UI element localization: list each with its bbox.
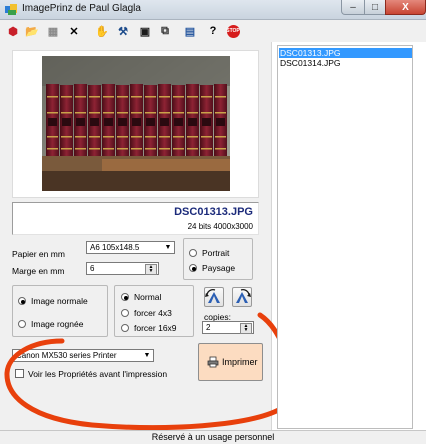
status-text: Réservé à un usage personnel — [151, 432, 275, 442]
file-list-item[interactable]: DSC01314.JPG — [279, 58, 412, 68]
toolbar-button-help[interactable]: ? — [206, 24, 220, 38]
close-icon: X — [402, 1, 409, 13]
printer-select[interactable]: Canon MX530 series Printer ▼ — [12, 349, 154, 362]
spinner-arrows-icon[interactable]: ▲ ▼ — [145, 264, 157, 275]
ratio-4x3-label: forcer 4x3 — [134, 308, 172, 318]
landscape-radio[interactable] — [189, 264, 197, 272]
copy-icon: ⧉ — [161, 24, 169, 37]
copies-spinner[interactable]: 2 ▲ ▼ — [202, 321, 254, 334]
margin-label: Marge en mm — [12, 266, 65, 276]
ratio-16x9-radio[interactable] — [121, 324, 129, 332]
window-title: ImagePrinz de Paul Glagla — [22, 3, 141, 14]
file-name: DSC01313.JPG — [174, 206, 253, 218]
file-details: 24 bits 4000x3000 — [187, 222, 253, 231]
ratio-normal-radio[interactable] — [121, 293, 129, 301]
properties-checkbox[interactable] — [15, 369, 24, 378]
chevron-down-icon: ▼ — [164, 244, 172, 251]
margin-value: 6 — [90, 264, 95, 273]
normal-image-radio[interactable] — [18, 297, 26, 305]
select-icon: ⬢ — [8, 25, 18, 38]
printer-value: Canon MX530 series Printer — [16, 351, 117, 360]
printer-icon — [207, 356, 219, 368]
status-bar: Réservé à un usage personnel — [0, 430, 426, 444]
cropped-image-radio[interactable] — [18, 320, 26, 328]
brush-icon: ⚒ — [118, 25, 128, 38]
toolbar-button-save[interactable]: ▣ — [138, 24, 152, 38]
toolbar-button-properties[interactable]: ▤ — [183, 24, 197, 38]
toolbar-button-gallery[interactable]: ▦ — [46, 24, 60, 38]
toolbar-button-copy[interactable]: ⧉ — [158, 24, 172, 38]
stop-icon: STOP — [226, 24, 240, 38]
properties-checkbox-label: Voir les Propriétés avant l'impression — [28, 369, 168, 379]
landscape-label: Paysage — [202, 263, 236, 273]
properties-icon: ▤ — [184, 25, 196, 38]
chevron-down-icon: ▼ — [143, 352, 151, 359]
hand-icon: ✋ — [95, 25, 109, 38]
toolbar-button-stop[interactable]: STOP — [226, 24, 240, 38]
app-icon — [5, 4, 17, 15]
print-button-label: Imprimer — [222, 357, 258, 367]
close-button[interactable]: X — [385, 0, 426, 15]
toolbar-button-open[interactable]: 📂 — [25, 24, 39, 38]
maximize-icon: □ — [371, 1, 379, 13]
ratio-normal-label: Normal — [134, 292, 162, 302]
minimize-icon: – — [350, 1, 356, 13]
cut-icon: ✕ — [69, 25, 79, 38]
spinner-arrows-icon[interactable]: ▲ ▼ — [240, 323, 252, 334]
file-list[interactable]: DSC01313.JPG DSC01314.JPG — [277, 45, 413, 429]
file-info-box: DSC01313.JPG 24 bits 4000x3000 — [12, 202, 259, 235]
maximize-button[interactable]: □ — [364, 0, 386, 15]
cropped-image-label: Image rognée — [31, 319, 84, 329]
image-mode-group — [12, 285, 108, 337]
margin-spinner[interactable]: 6 ▲ ▼ — [86, 262, 159, 275]
save-icon: ▣ — [139, 25, 151, 38]
help-icon: ? — [209, 25, 217, 37]
orientation-group — [183, 238, 253, 280]
ratio-16x9-label: forcer 16x9 — [134, 323, 177, 333]
minimize-button[interactable]: – — [341, 0, 365, 15]
rotate-right-icon — [236, 289, 251, 303]
normal-image-label: Image normale — [31, 296, 88, 306]
toolbar-button-hand[interactable]: ✋ — [95, 24, 109, 38]
portrait-radio[interactable] — [189, 249, 197, 257]
ratio-4x3-radio[interactable] — [121, 309, 129, 317]
gallery-icon: ▦ — [47, 25, 59, 38]
portrait-label: Portrait — [202, 248, 230, 258]
toolbar-button-cut[interactable]: ✕ — [67, 24, 81, 38]
print-button[interactable]: Imprimer — [198, 343, 263, 381]
rotate-left-button[interactable] — [204, 287, 224, 307]
paper-label: Papier en mm — [12, 249, 65, 259]
paper-size-select[interactable]: A6 105x148.5 ▼ — [86, 241, 175, 254]
toolbar-button-brush[interactable]: ⚒ — [116, 24, 130, 38]
rotate-right-button[interactable] — [232, 287, 252, 307]
preview-image — [42, 56, 230, 191]
copies-value: 2 — [206, 323, 211, 332]
paper-size-value: A6 105x148.5 — [90, 243, 140, 252]
open-folder-icon: 📂 — [25, 25, 39, 38]
toolbar-button-select[interactable]: ⬢ — [6, 24, 20, 38]
file-list-item[interactable]: DSC01313.JPG — [279, 48, 412, 58]
rotate-left-icon — [205, 289, 220, 303]
